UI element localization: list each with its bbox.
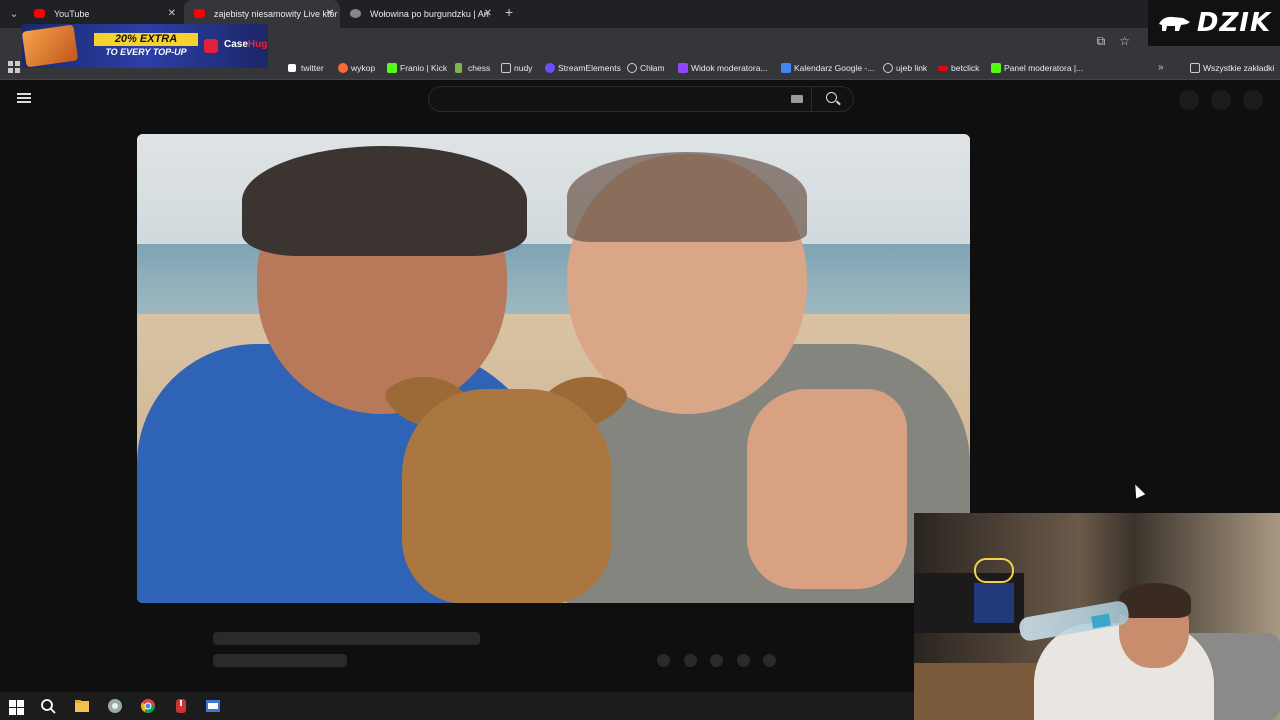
tab-label: Wołowina po burgundzku | An (370, 9, 489, 19)
bookmark-kick[interactable]: Franio | Kick (387, 56, 447, 80)
ad-brand: CaseHug (224, 39, 268, 50)
bookmark-kick-moderator-panel[interactable]: Panel moderatora |... (991, 56, 1083, 80)
betclic-icon (938, 66, 948, 71)
dzik-logo-text: DZIK (1196, 8, 1272, 38)
keyboard-icon[interactable] (791, 95, 803, 103)
tab-label: YouTube (54, 9, 90, 19)
title-skeleton (213, 632, 480, 645)
webcam-neon-sign (974, 558, 1014, 583)
casehug-ad-banner[interactable]: 20% EXTRA TO EVERY TOP-UP CaseHug (22, 24, 268, 68)
calendar-icon (781, 63, 791, 73)
apps-grid-icon[interactable] (8, 61, 20, 73)
tab-wolowina[interactable]: Wołowina po burgundzku | An ✕ (340, 0, 498, 28)
twitch-icon (678, 63, 688, 73)
install-app-icon[interactable]: ⧉ (1097, 34, 1106, 49)
webcam-overlay (914, 513, 1280, 720)
casehug-logo-icon (204, 39, 218, 53)
pawn-icon (455, 63, 462, 73)
ad-subline: TO EVERY TOP-UP (105, 47, 187, 57)
thumbnail-dog (402, 389, 612, 603)
tab-close-icon[interactable]: ✕ (484, 0, 492, 28)
bookmark-chess[interactable]: chess (455, 56, 490, 80)
globe-icon (883, 63, 893, 73)
youtube-icon (34, 9, 45, 18)
search-input[interactable] (428, 86, 854, 112)
tab-close-icon[interactable]: ✕ (326, 0, 334, 28)
globe-icon (627, 63, 637, 73)
action-skeleton (684, 654, 697, 667)
thumbnail-thumbs-up-hand (747, 389, 907, 589)
windows-taskbar (0, 692, 914, 720)
video-player[interactable] (137, 134, 970, 603)
file-explorer-icon[interactable] (74, 698, 90, 714)
channel-skeleton (213, 654, 347, 667)
action-skeleton (710, 654, 723, 667)
bookmarks-overflow-button[interactable]: » (1158, 56, 1164, 80)
bookmark-betclick[interactable]: betclick (938, 56, 979, 80)
bookmark-streamelements[interactable]: StreamElements (545, 56, 621, 80)
app-icon[interactable] (107, 698, 123, 714)
youtube-icon (194, 9, 205, 18)
bookmark-twitter[interactable]: twitter (288, 56, 324, 80)
dzik-logo-overlay: DZIK (1148, 0, 1280, 46)
tab-label: zajebisty niesamowity Live któr (214, 9, 338, 19)
action-skeleton (737, 654, 750, 667)
all-bookmarks-button[interactable]: Wszystkie zakładki (1190, 56, 1274, 80)
webcam-screen (974, 583, 1014, 623)
wykop-icon (338, 63, 348, 73)
new-tab-button[interactable]: + (505, 4, 513, 20)
folder-icon (1190, 63, 1200, 73)
notifications-icon[interactable] (1211, 90, 1231, 110)
boar-icon (1158, 16, 1190, 31)
bookmark-folder-nudy[interactable]: nudy (501, 56, 532, 80)
ad-headline: 20% EXTRA (94, 33, 198, 46)
search-icon (826, 92, 837, 103)
action-skeleton (657, 654, 670, 667)
bookmark-ujeb-link[interactable]: ujeb link (883, 56, 927, 80)
bookmark-moderator-view[interactable]: Widok moderatora... (678, 56, 768, 80)
x-icon (288, 64, 296, 72)
omnibox-actions: ⧉ ☆ (1097, 34, 1130, 49)
thumbnail-man-left-hair (242, 146, 527, 256)
bookmark-wykop[interactable]: wykop (338, 56, 375, 80)
ad-promo: 20% EXTRA TO EVERY TOP-UP (94, 33, 198, 59)
mouse-cursor-icon (1130, 482, 1146, 499)
webcam-desk (914, 663, 1054, 720)
avatar[interactable] (1243, 90, 1263, 110)
chrome-icon[interactable] (140, 698, 156, 714)
tab-search-chevron-icon[interactable]: ⌄ (4, 4, 24, 24)
app-icon[interactable] (173, 698, 189, 714)
create-icon[interactable] (1179, 90, 1199, 110)
webcam-streamer-hair (1119, 583, 1191, 618)
windows-start-icon[interactable] (9, 700, 24, 715)
bookmark-google-calendar[interactable]: Kalendarz Google -... (781, 56, 874, 80)
folder-icon (501, 63, 511, 73)
bookmark-star-icon[interactable]: ☆ (1119, 34, 1130, 49)
bookmark-chlam[interactable]: Chłam (627, 56, 665, 80)
search-icon[interactable] (40, 698, 56, 714)
kick-icon (991, 63, 1001, 73)
window-icon[interactable] (205, 698, 221, 714)
avatar-icon (350, 9, 361, 18)
action-skeleton (763, 654, 776, 667)
kick-icon (387, 63, 397, 73)
menu-icon[interactable] (17, 93, 31, 103)
thumbnail-man-right-hair (567, 152, 807, 242)
wallet-icon (22, 24, 79, 68)
search-button[interactable] (811, 87, 853, 111)
streamelements-icon (545, 63, 555, 73)
